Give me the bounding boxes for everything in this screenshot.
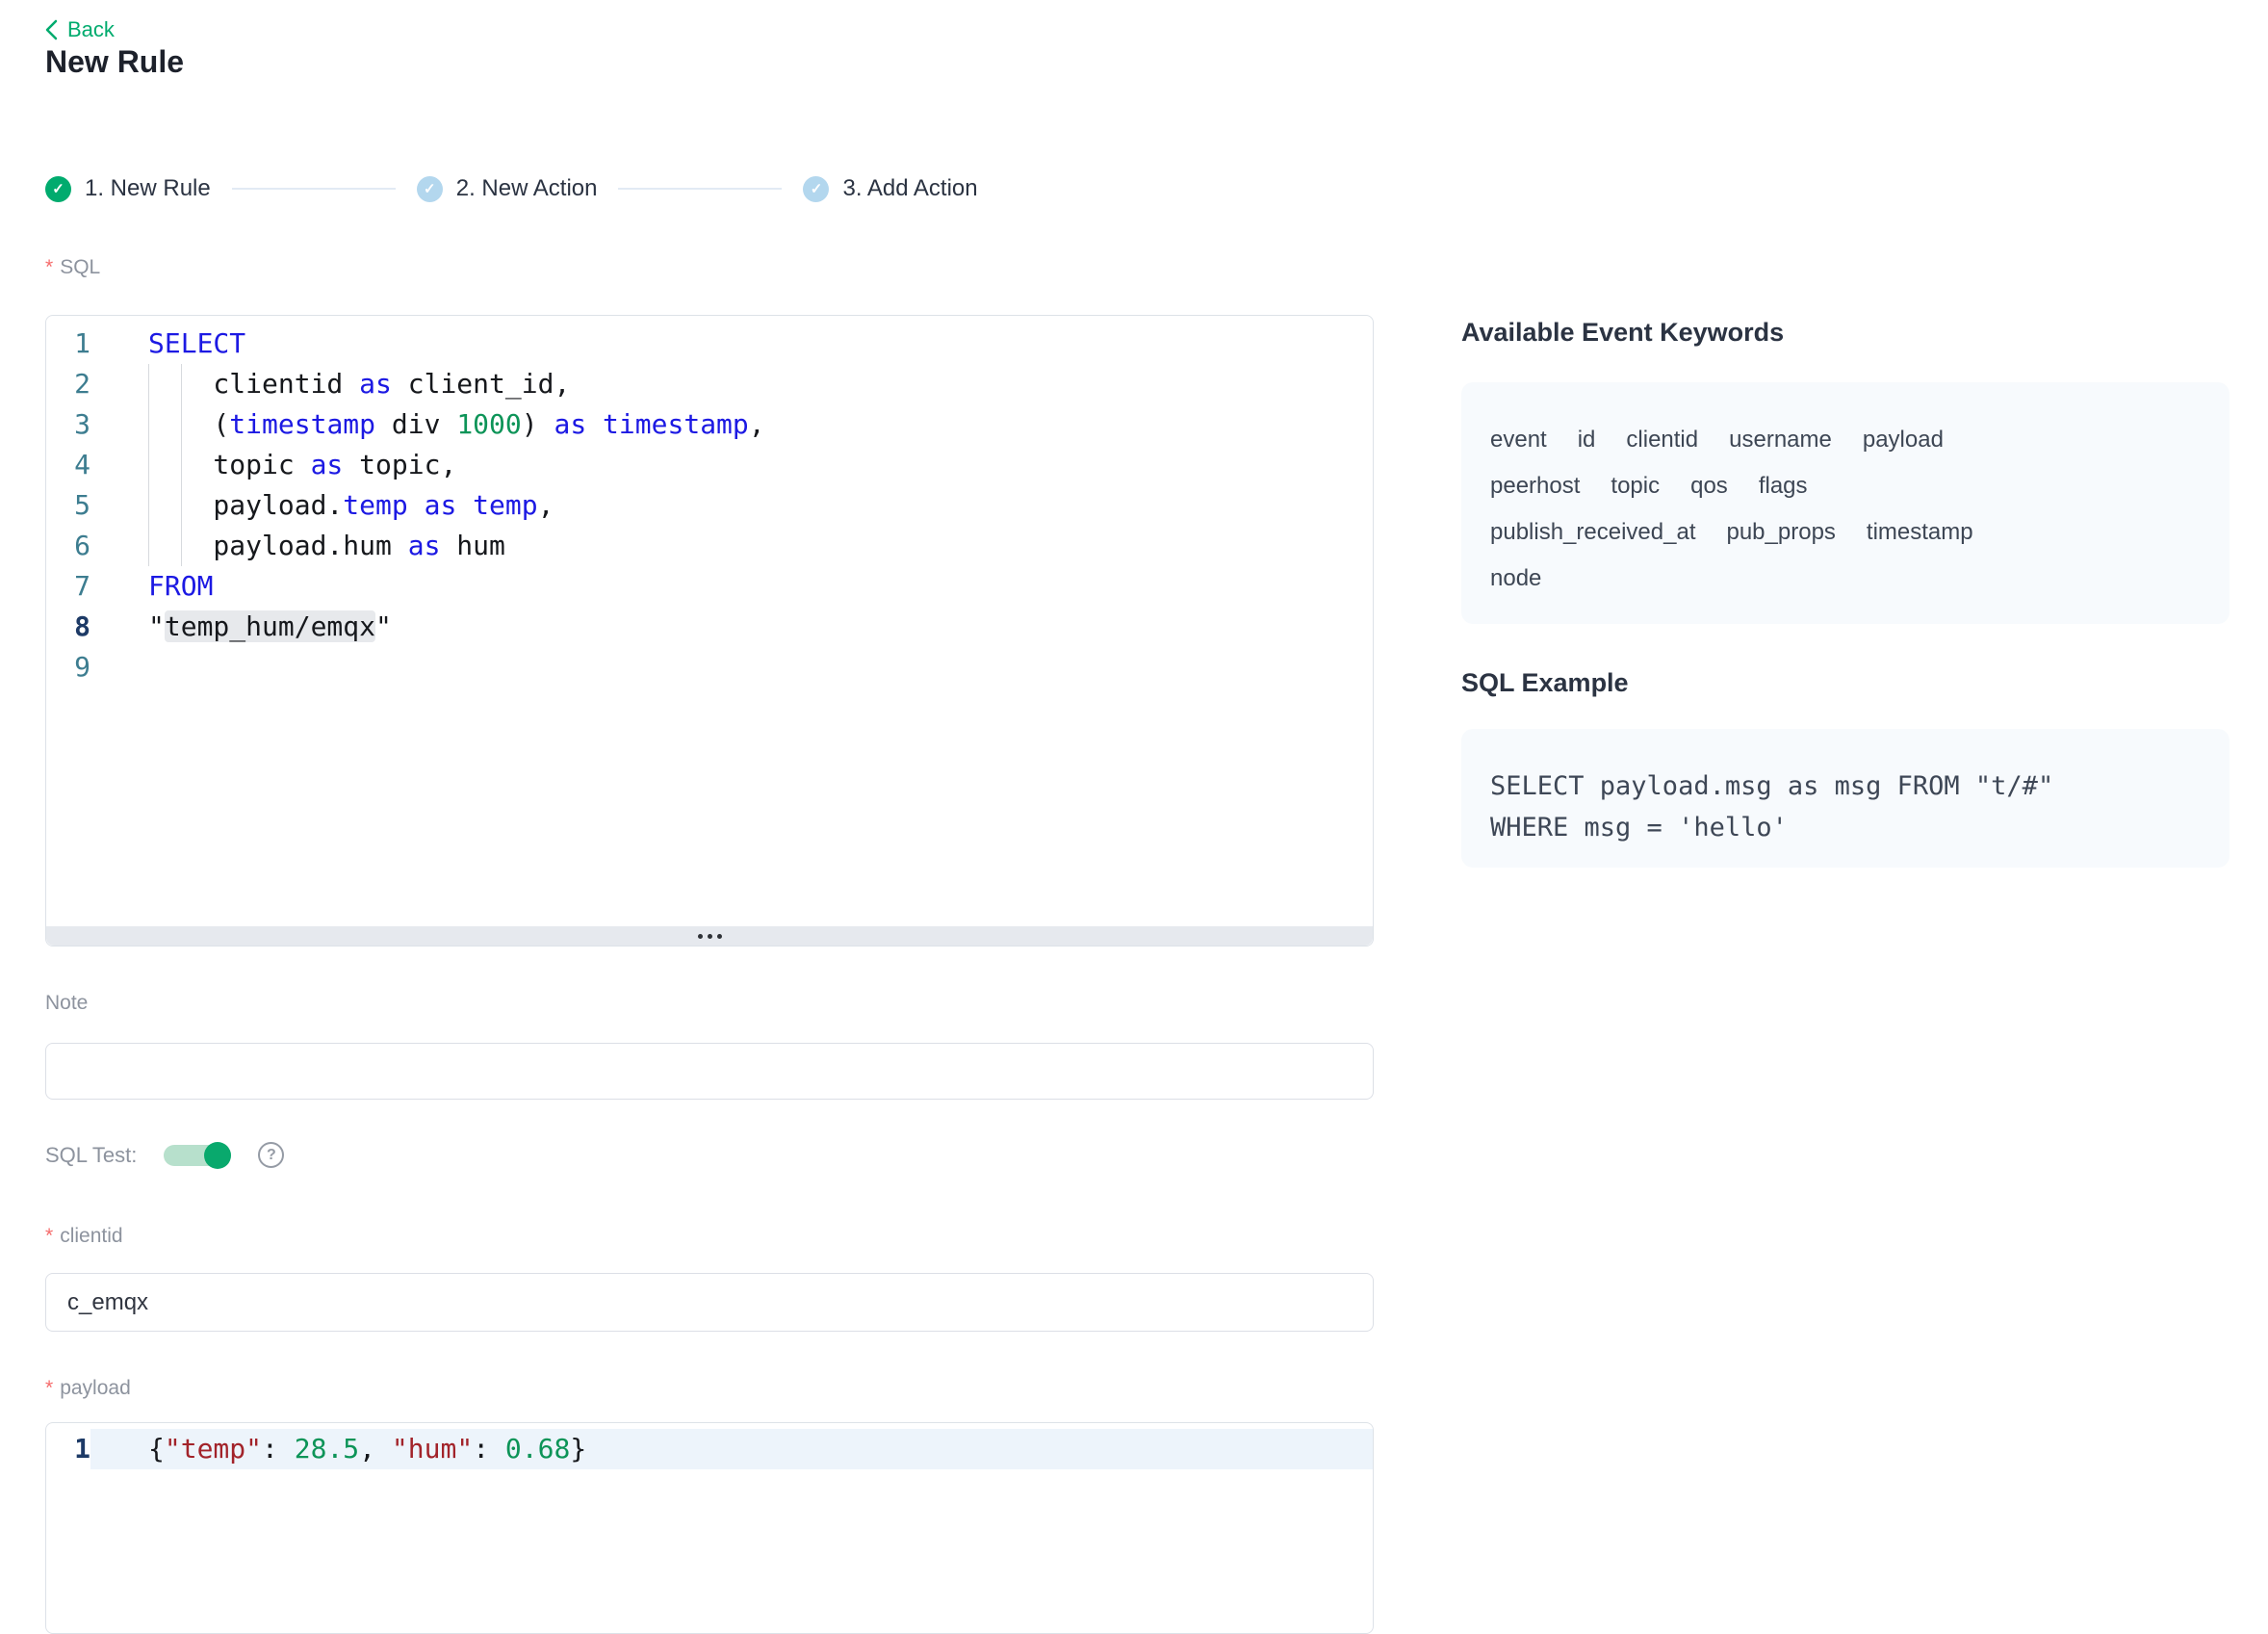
indent-guide xyxy=(148,445,149,485)
code-line: 3 (timestamp div 1000) as timestamp, xyxy=(46,404,1373,445)
keyword-row: peerhost topic qos flags xyxy=(1490,463,2201,509)
sql-code-area[interactable]: 1SELECT2 clientid as client_id,3 (timest… xyxy=(46,316,1373,687)
required-asterisk: * xyxy=(45,1225,53,1247)
sql-example-line: WHERE msg = 'hello' xyxy=(1490,807,2201,848)
code-line: 5 payload.temp as temp, xyxy=(46,485,1373,526)
code-line: 1{"temp": 28.5, "hum": 0.68} xyxy=(46,1429,1373,1469)
dot-icon xyxy=(717,934,722,939)
event-keyword: pub_props xyxy=(1726,509,1835,556)
keywords-panel-title: Available Event Keywords xyxy=(1461,318,1784,348)
dot-icon xyxy=(698,934,703,939)
indent-guide xyxy=(181,445,182,485)
code-line: 1SELECT xyxy=(46,324,1373,364)
chevron-left-icon xyxy=(45,19,58,40)
code-line: 7FROM xyxy=(46,566,1373,607)
toggle-knob-icon xyxy=(204,1142,231,1169)
line-number: 1 xyxy=(46,324,90,364)
event-keyword: flags xyxy=(1759,463,1808,509)
code-line: 6 payload.hum as hum xyxy=(46,526,1373,566)
event-keyword: peerhost xyxy=(1490,463,1580,509)
step-connector xyxy=(232,188,396,190)
indent-guide xyxy=(148,526,149,566)
help-icon[interactable]: ? xyxy=(258,1142,284,1168)
step-1-new-rule: ✓ 1. New Rule xyxy=(45,175,211,202)
check-icon: ✓ xyxy=(417,176,443,202)
note-field-label: Note xyxy=(45,992,88,1015)
sql-example-title: SQL Example xyxy=(1461,668,1629,698)
editor-resize-handle[interactable] xyxy=(46,926,1373,946)
check-icon: ✓ xyxy=(45,176,71,202)
keyword-row: eventid clientid username payload xyxy=(1490,417,2201,463)
step-label: 2. New Action xyxy=(456,175,598,202)
line-number: 3 xyxy=(46,404,90,445)
sql-example-panel: SELECT payload.msg as msg FROM "t/#" WHE… xyxy=(1461,729,2229,868)
code-line: 4 topic as topic, xyxy=(46,445,1373,485)
keyword-row: node xyxy=(1490,556,2201,602)
code-line: 8"temp_hum/emqx" xyxy=(46,607,1373,647)
line-number: 4 xyxy=(46,445,90,485)
keywords-panel: eventid clientid username payload peerhost to… xyxy=(1461,382,2229,624)
event-keyword: topic xyxy=(1611,463,1660,509)
event-keyword: event xyxy=(1490,417,1547,463)
note-input[interactable] xyxy=(45,1043,1374,1100)
dot-icon xyxy=(708,934,712,939)
indent-guide xyxy=(181,526,182,566)
event-keyword: publish_received_at xyxy=(1490,509,1695,556)
sql-code-editor[interactable]: 1SELECT2 clientid as client_id,3 (timest… xyxy=(45,315,1374,947)
back-button[interactable]: Back xyxy=(45,17,115,42)
event-keyword: payload xyxy=(1863,417,1944,463)
indent-guide xyxy=(148,364,149,404)
step-label: 1. New Rule xyxy=(85,175,211,202)
check-icon: ✓ xyxy=(803,176,829,202)
required-asterisk: * xyxy=(45,1377,53,1399)
line-number: 2 xyxy=(46,364,90,404)
sql-test-label: SQL Test: xyxy=(45,1143,137,1168)
clientid-input[interactable] xyxy=(45,1273,1374,1332)
indent-guide xyxy=(181,364,182,404)
payload-code-editor[interactable]: 1{"temp": 28.5, "hum": 0.68} xyxy=(45,1422,1374,1634)
line-number: 9 xyxy=(46,647,90,687)
event-keyword: clientid xyxy=(1626,417,1698,463)
event-keyword: timestamp xyxy=(1867,509,1973,556)
event-keyword: username xyxy=(1729,417,1832,463)
line-number: 1 xyxy=(46,1429,90,1469)
step-label: 3. Add Action xyxy=(842,175,977,202)
line-number: 8 xyxy=(46,607,90,647)
clientid-field-label: *clientid xyxy=(45,1225,123,1248)
code-line: 2 clientid as client_id, xyxy=(46,364,1373,404)
line-number: 5 xyxy=(46,485,90,526)
sql-example-line: SELECT payload.msg as msg FROM "t/#" xyxy=(1490,765,2201,807)
keyword-row: publish_received_at pub_props timestamp xyxy=(1490,509,2201,556)
back-label: Back xyxy=(67,17,115,42)
page-title: New Rule xyxy=(45,44,184,80)
step-connector xyxy=(618,188,782,190)
step-2-new-action: ✓ 2. New Action xyxy=(417,175,598,202)
indent-guide xyxy=(148,485,149,526)
event-keyword: node xyxy=(1490,556,1541,602)
event-keyword: id xyxy=(1578,417,1596,463)
indent-guide xyxy=(181,404,182,445)
wizard-steps: ✓ 1. New Rule ✓ 2. New Action ✓ 3. Add A… xyxy=(45,175,978,202)
sql-test-row: SQL Test: ? xyxy=(45,1142,284,1168)
sql-test-toggle[interactable] xyxy=(164,1145,231,1166)
payload-field-label: *payload xyxy=(45,1377,131,1400)
line-number: 7 xyxy=(46,566,90,607)
step-3-add-action: ✓ 3. Add Action xyxy=(803,175,977,202)
indent-guide xyxy=(181,485,182,526)
event-keyword: qos xyxy=(1690,463,1728,509)
required-asterisk: * xyxy=(45,256,53,278)
indent-guide xyxy=(148,404,149,445)
payload-code-area[interactable]: 1{"temp": 28.5, "hum": 0.68} xyxy=(46,1423,1373,1469)
sql-field-label: *SQL xyxy=(45,256,100,279)
code-line: 9 xyxy=(46,647,1373,687)
line-number: 6 xyxy=(46,526,90,566)
